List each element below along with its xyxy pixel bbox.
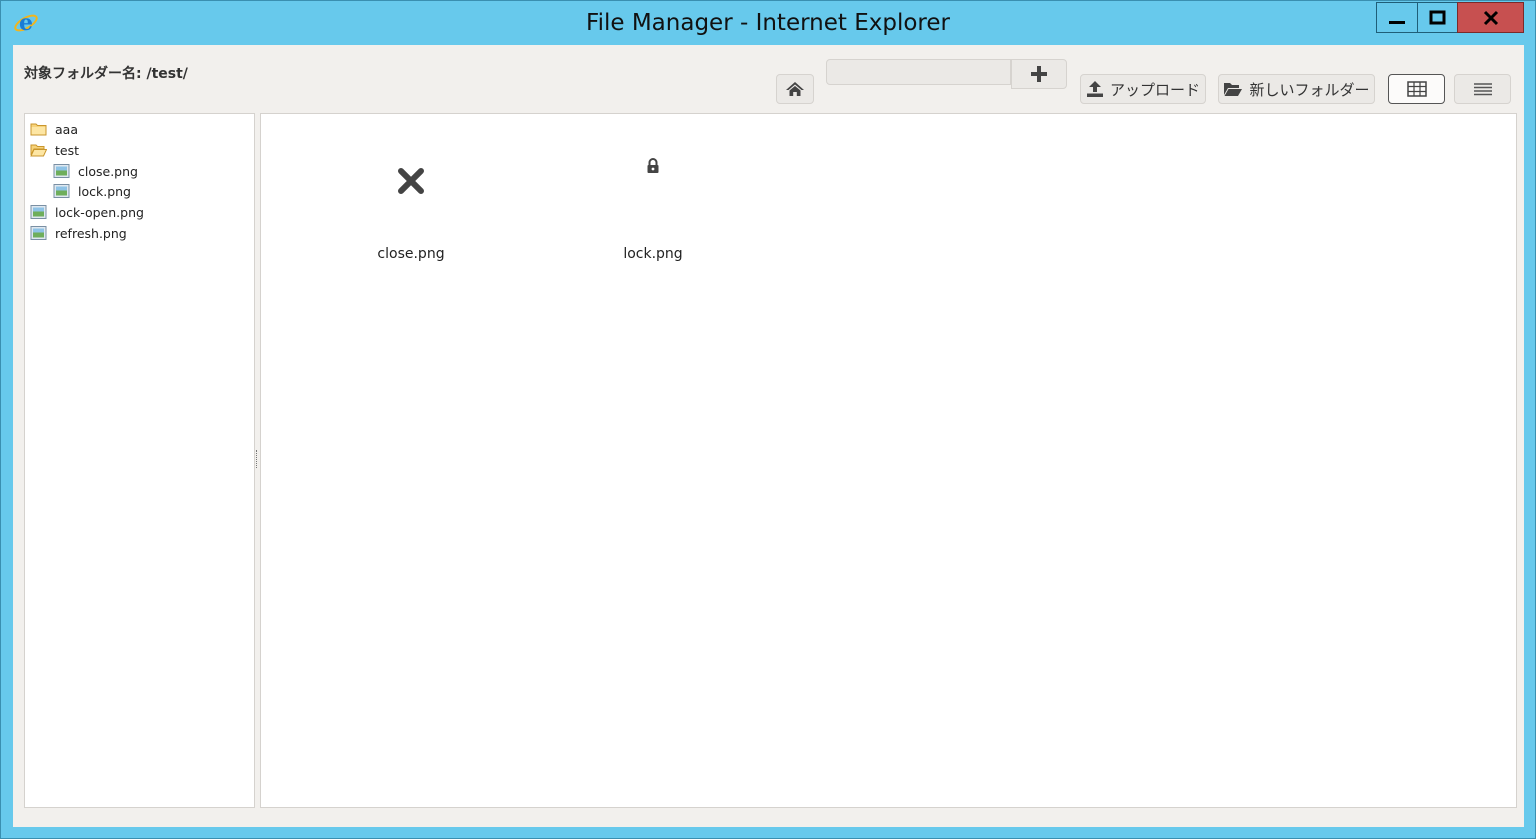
- grid-view-button[interactable]: [1388, 74, 1445, 104]
- folder-tree: aaa test close.png lock.png lock-open.pn…: [24, 113, 255, 808]
- file-thumbnail: [341, 131, 481, 231]
- maximize-button[interactable]: [1417, 2, 1458, 33]
- upload-button[interactable]: アップロード: [1080, 74, 1206, 104]
- folder-icon: [30, 123, 47, 136]
- folder-open-icon: [30, 144, 47, 157]
- image-file-icon: [53, 184, 70, 198]
- tree-item-lock-png[interactable]: lock.png: [53, 181, 131, 201]
- folder-open-icon: [1224, 83, 1243, 96]
- add-button[interactable]: [1011, 59, 1067, 89]
- grid-view-icon: [1406, 81, 1427, 97]
- file-tile-lock-png[interactable]: lock.png: [583, 131, 723, 262]
- tree-item-label: aaa: [55, 121, 78, 137]
- close-window-button[interactable]: [1457, 2, 1524, 33]
- close-icon: [1483, 10, 1498, 25]
- tree-item-refresh-png[interactable]: refresh.png: [30, 223, 127, 243]
- close-icon: [398, 168, 424, 194]
- file-name: lock.png: [623, 246, 683, 262]
- tree-item-aaa[interactable]: aaa: [30, 119, 78, 139]
- tree-item-test[interactable]: test: [30, 140, 79, 160]
- tree-item-close-png[interactable]: close.png: [53, 161, 138, 181]
- home-icon: [786, 82, 804, 96]
- image-file-icon: [30, 226, 47, 240]
- tree-item-label: lock.png: [78, 183, 131, 199]
- tree-item-label: close.png: [78, 163, 138, 179]
- file-name: close.png: [377, 246, 445, 262]
- title-bar: e File Manager - Internet Explorer: [1, 1, 1535, 45]
- image-file-icon: [53, 164, 70, 178]
- window-title: File Manager - Internet Explorer: [586, 10, 950, 36]
- plus-icon: [1031, 66, 1047, 82]
- tree-item-label: test: [55, 142, 80, 158]
- lock-icon: [647, 158, 659, 173]
- minimize-icon: [1389, 20, 1405, 24]
- minimize-button[interactable]: [1376, 2, 1418, 33]
- pane-splitter-handle[interactable]: [256, 450, 259, 468]
- file-tile-close-png[interactable]: close.png: [341, 131, 481, 262]
- home-button[interactable]: [776, 74, 814, 104]
- new-name-input[interactable]: [826, 59, 1011, 85]
- upload-icon: [1086, 81, 1103, 97]
- list-view-button[interactable]: [1454, 74, 1511, 104]
- list-view-icon: [1473, 83, 1492, 96]
- image-file-icon: [30, 205, 47, 219]
- file-thumbnail: [583, 131, 723, 201]
- upload-label: アップロード: [1109, 80, 1200, 99]
- tree-item-label: lock-open.png: [55, 204, 144, 220]
- file-manager-content: 対象フォルダー名: /test/ アップロード 新しいフォルダー aaa tes…: [13, 45, 1524, 827]
- new-folder-label: 新しいフォルダー: [1249, 80, 1370, 99]
- tree-item-lock-open-png[interactable]: lock-open.png: [30, 202, 144, 222]
- target-folder-label: 対象フォルダー名: /test/: [24, 66, 188, 82]
- file-grid: close.png lock.png: [260, 113, 1517, 808]
- maximize-icon: [1429, 10, 1445, 24]
- new-folder-button[interactable]: 新しいフォルダー: [1218, 74, 1375, 104]
- browser-window: e File Manager - Internet Explorer 対象フォル…: [0, 0, 1536, 839]
- tree-item-label: refresh.png: [55, 225, 127, 241]
